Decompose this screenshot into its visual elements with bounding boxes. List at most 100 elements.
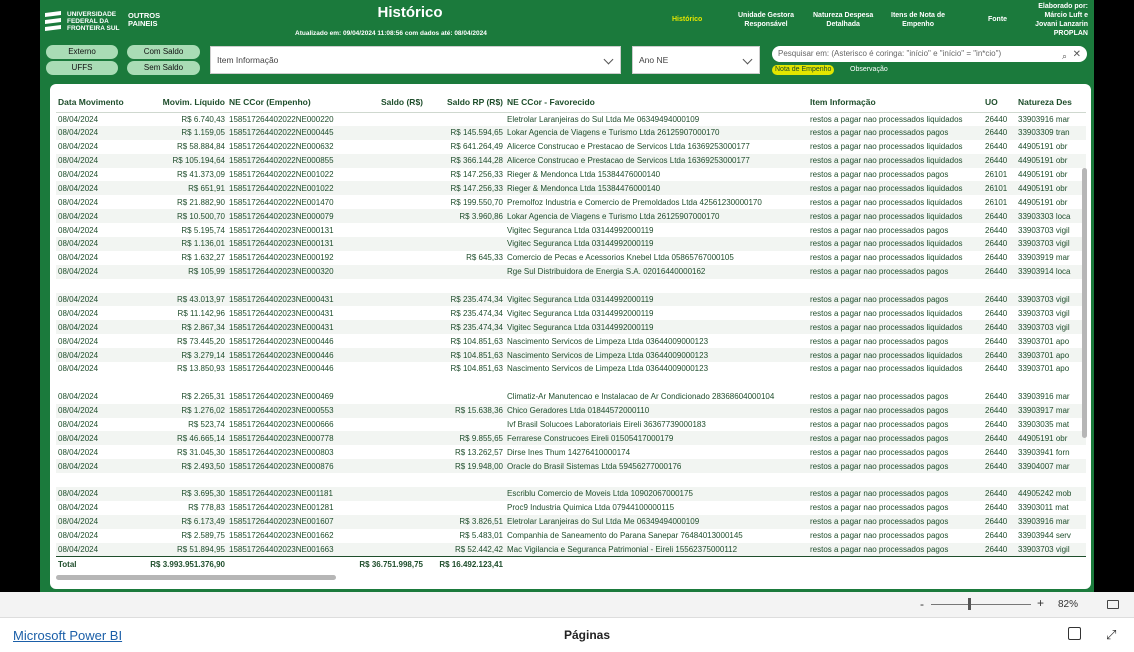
table-row[interactable]: 08/04/2024 R$ 46.665,14 158517264402023NE0… (56, 431, 1086, 446)
table-row[interactable]: 08/04/2024 R$ 2.493,50 158517264402023NE00… (56, 459, 1086, 474)
table-row[interactable]: 08/04/2024 R$ 778,83 158517264402023NE0012… (56, 501, 1086, 515)
search-input[interactable]: Pesquisar em: (Asterisco é coringa: "iní… (772, 46, 1087, 62)
nav-historico[interactable]: Histórico (672, 16, 702, 25)
table-row[interactable]: 08/04/2024 R$ 73.445,20 158517264402023NE0… (56, 334, 1086, 348)
table-row[interactable]: 08/04/2024 R$ 43.013,97 158517264402023NE0… (56, 292, 1086, 307)
table-cell: restos a pagar nao processados liquidado… (808, 153, 983, 168)
table-cell: R$ 13.262,57 (454, 447, 503, 457)
table-cell: Vigitec Seguranca Ltda 03144992000119 (505, 320, 808, 335)
table-cell (808, 279, 983, 293)
zoom-out-button[interactable]: - (920, 597, 924, 611)
zoom-slider-track[interactable] (931, 604, 1031, 605)
column-header[interactable]: NE CCor - Favorecido (505, 92, 808, 113)
table-cell: 08/04/2024 (58, 364, 99, 374)
com-saldo-toggle[interactable]: Com Saldo (127, 45, 200, 59)
item-informacao-dropdown[interactable]: Item Informação (210, 46, 621, 74)
table-cell: Climatiz-Ar Manutencao e Instalacao de A… (507, 392, 775, 402)
table-cell: R$ 6.173,49 (135, 514, 227, 529)
uffs-toggle[interactable]: UFFS (46, 61, 118, 75)
close-icon[interactable]: ✕ (1073, 47, 1081, 63)
table-cell (346, 542, 425, 557)
table-cell (425, 501, 505, 515)
table-row[interactable]: 08/04/2024 R$ 11.142,96 158517264402023NE0… (56, 306, 1086, 320)
nav-unidade-gestora[interactable]: Unidade Gestora Responsável (738, 12, 794, 29)
column-header[interactable]: Saldo RP (R$) (425, 92, 505, 113)
search-placeholder: Pesquisar em: (Asterisco é coringa: "iní… (778, 49, 1002, 58)
table-row[interactable]: 08/04/2024 R$ 3.695,30 158517264402023NE00… (56, 487, 1086, 501)
table-cell: 08/04/2024 (56, 542, 135, 557)
table-row[interactable]: 08/04/2024 R$ 1.632,27 158517264402023NE00… (56, 251, 1086, 265)
table-cell: 26440 (983, 209, 1016, 224)
table-cell: R$ 1.276,02 (135, 403, 227, 418)
externo-toggle[interactable]: Externo (46, 45, 118, 59)
table-row[interactable]: 08/04/2024 R$ 2.589,75 158517264402023NE00… (56, 529, 1086, 543)
table-cell: R$ 21.882,90 (176, 197, 225, 207)
column-header[interactable]: NE CCor (Empenho) (227, 92, 346, 113)
table-cell: restos a pagar nao processados liquidado… (808, 181, 983, 196)
ano-ne-dropdown[interactable]: Ano NE (632, 46, 760, 74)
table-row[interactable]: 08/04/2024 R$ 5.195,74 158517264402023NE00… (56, 223, 1086, 237)
table-row[interactable]: 08/04/2024 R$ 13.850,93 158517264402023NE0… (56, 362, 1086, 376)
nota-empenho-toggle[interactable]: Nota de Empenho (772, 65, 835, 75)
column-header[interactable]: Movim. Líquido (135, 92, 227, 113)
table-row[interactable]: 08/04/2024 R$ 58.884,84 158517264402022NE0… (56, 140, 1086, 154)
sem-saldo-toggle[interactable]: Sem Saldo (127, 61, 200, 75)
zoom-in-button[interactable]: + (1037, 596, 1044, 610)
table-cell (346, 445, 425, 459)
table-cell: 08/04/2024 (58, 253, 99, 263)
column-header[interactable]: Data Movimento (56, 92, 135, 113)
table-cell: 33903011 mat (1018, 503, 1069, 513)
column-header[interactable]: UO (983, 92, 1016, 113)
column-header[interactable]: Natureza Des (1016, 92, 1086, 113)
table-row[interactable]: 08/04/2024 R$ 105,99 158517264402023NE0003… (56, 264, 1086, 279)
zoom-slider-handle[interactable] (968, 598, 971, 610)
table-cell: 26440 (985, 253, 1008, 263)
table-row[interactable]: 08/04/2024 R$ 6.740,43 158517264402022NE00… (56, 112, 1086, 126)
vertical-scrollbar[interactable] (1082, 168, 1087, 438)
table-row[interactable] (56, 473, 1086, 487)
table-row[interactable] (56, 376, 1086, 390)
other-panels-link[interactable]: OUTROS PAINEIS (128, 12, 160, 28)
table-row[interactable]: 08/04/2024 R$ 6.173,49 158517264402023NE00… (56, 514, 1086, 529)
pages-menu[interactable]: Páginas (564, 628, 610, 642)
table-row[interactable]: 08/04/2024 R$ 1.136,01 158517264402023NE00… (56, 237, 1086, 251)
table-row[interactable]: 08/04/2024 R$ 2.265,31 158517264402023NE00… (56, 390, 1086, 404)
table-cell: R$ 147.256,33 (450, 170, 504, 179)
table-cell (346, 501, 425, 515)
fullscreen-icon[interactable]: ⤢ (1106, 627, 1116, 643)
table-row[interactable]: 08/04/2024 R$ 651,91 158517264402022NE0010… (56, 181, 1086, 196)
table-cell: R$ 5.195,74 (181, 225, 225, 235)
table-row[interactable]: 08/04/2024 R$ 10.500,70 158517264402023NE0… (56, 209, 1086, 224)
table-row[interactable]: 08/04/2024 R$ 105.194,64 158517264402022NE… (56, 153, 1086, 168)
column-header[interactable]: Saldo (R$) (346, 92, 425, 113)
table-cell (425, 237, 505, 251)
table-cell: 158517264402023NE000469 (229, 392, 334, 402)
table-row[interactable] (56, 279, 1086, 293)
table-cell: 26440 (983, 237, 1016, 251)
observacao-toggle[interactable]: Observação (847, 65, 891, 75)
table-row[interactable]: 08/04/2024 R$ 1.276,02 158517264402023NE00… (56, 403, 1086, 418)
power-bi-link[interactable]: Microsoft Power BI (13, 628, 122, 643)
table-row[interactable]: 08/04/2024 R$ 31.045,30 158517264402023NE0… (56, 445, 1086, 459)
share-icon[interactable] (1068, 627, 1081, 640)
table-cell: 158517264402023NE000666 (229, 420, 334, 430)
table-cell (1016, 376, 1086, 390)
column-header[interactable]: Item Informação (808, 92, 983, 113)
nav-itens-nota-empenho[interactable]: Itens de Nota de Empenho (891, 12, 945, 29)
table-cell: 26101 (985, 170, 1008, 179)
table-row[interactable]: 08/04/2024 R$ 3.279,14 158517264402023NE00… (56, 348, 1086, 363)
fit-to-page-icon[interactable] (1107, 600, 1119, 609)
table-row[interactable]: 08/04/2024 R$ 21.882,90 158517264402022NE0… (56, 195, 1086, 209)
total-cell (505, 556, 808, 573)
search-icon[interactable]: ⌕ (1062, 48, 1067, 64)
nav-fonte[interactable]: Fonte (988, 16, 1007, 25)
nav-natureza-despesa[interactable]: Natureza Despesa Detalhada (813, 12, 873, 29)
table-row[interactable]: 08/04/2024 R$ 1.159,05 158517264402022NE00… (56, 125, 1086, 140)
table-cell: 158517264402023NE001281 (229, 503, 334, 513)
table-row[interactable]: 08/04/2024 R$ 2.867,34 158517264402023NE00… (56, 320, 1086, 335)
horizontal-scrollbar[interactable] (56, 575, 336, 580)
table-row[interactable]: 08/04/2024 R$ 51.894,95 158517264402023NE0… (56, 542, 1086, 557)
table-cell: 08/04/2024 (56, 237, 135, 251)
table-row[interactable]: 08/04/2024 R$ 523,74 158517264402023NE0006… (56, 418, 1086, 432)
table-row[interactable]: 08/04/2024 R$ 41.373,09 158517264402022NE0… (56, 168, 1086, 182)
